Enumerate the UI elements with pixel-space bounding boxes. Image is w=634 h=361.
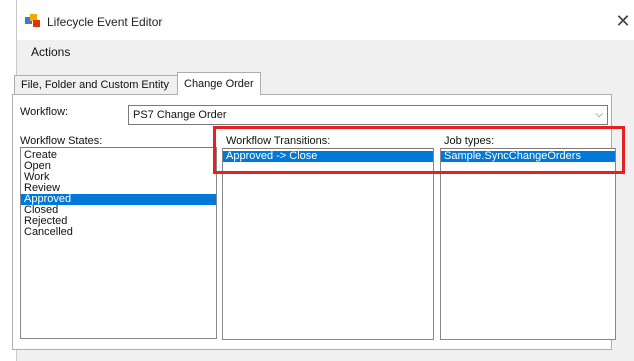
chevron-down-icon[interactable]: ⌵ xyxy=(595,106,603,124)
tab-change-order[interactable]: Change Order xyxy=(177,72,261,95)
close-icon: ✕ xyxy=(615,11,631,31)
workflow-transitions-list[interactable]: Approved -> Close xyxy=(222,148,434,340)
job-types-list[interactable]: Sample.SyncChangeOrders xyxy=(440,148,616,340)
workflow-label: Workflow: xyxy=(20,106,69,118)
workflow-states-list[interactable]: Create Open Work Review Approved Closed … xyxy=(20,147,217,339)
menu-bar: Actions xyxy=(17,40,634,64)
workflow-transitions-label: Workflow Transitions: xyxy=(226,135,331,147)
list-item-selected[interactable]: Approved -> Close xyxy=(223,151,433,162)
list-item[interactable]: Cancelled xyxy=(21,227,216,238)
workflow-selected-value: PS7 Change Order xyxy=(133,109,227,121)
menu-item-actions[interactable]: Actions xyxy=(31,45,70,59)
list-item[interactable]: Open xyxy=(21,161,216,172)
close-button[interactable]: ✕ xyxy=(613,11,633,31)
lifecycle-editor-icon xyxy=(25,14,40,27)
tab-file-folder-custom-entity[interactable]: File, Folder and Custom Entity xyxy=(14,75,178,95)
title-bar: Lifecycle Event Editor ✕ xyxy=(17,0,634,40)
workflow-dropdown[interactable]: PS7 Change Order ⌵ xyxy=(128,105,608,125)
workflow-states-label: Workflow States: xyxy=(20,135,103,147)
window-title: Lifecycle Event Editor xyxy=(47,15,163,29)
job-types-label: Job types: xyxy=(444,135,495,147)
list-item-selected[interactable]: Sample.SyncChangeOrders xyxy=(441,151,615,162)
